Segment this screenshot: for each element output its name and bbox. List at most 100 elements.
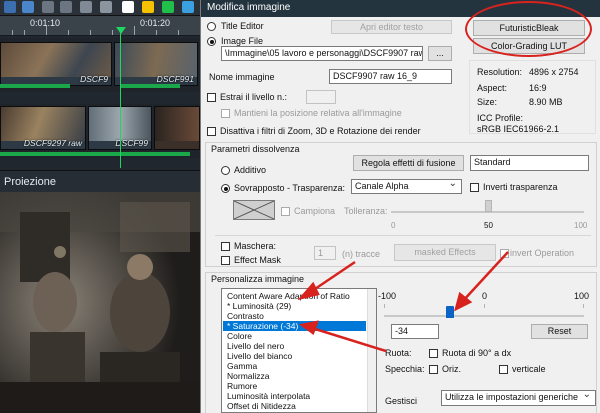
keep-position-checkbox[interactable] xyxy=(221,109,230,118)
tolerance-tick-50: 50 xyxy=(484,221,493,230)
mirror-label: Specchia: xyxy=(385,364,425,374)
blend-standard-field[interactable]: Standard xyxy=(470,155,589,171)
extract-level-label: Estrai il livello n.: xyxy=(220,92,288,102)
channel-select[interactable]: Canale Alpha xyxy=(351,179,462,194)
slider-tick-zero: 0 xyxy=(482,291,488,301)
tool-icon-2[interactable] xyxy=(22,1,34,13)
playhead-marker-icon[interactable] xyxy=(116,27,126,34)
masked-effects-button[interactable]: masked Effects xyxy=(394,244,496,261)
time-ruler[interactable]: 0:01:10 0:01:20 xyxy=(0,16,200,36)
aspect-label: Aspect: xyxy=(477,83,508,93)
slider-tick-min: -100 xyxy=(378,291,397,301)
adjust-value-field[interactable]: -34 xyxy=(391,324,439,339)
additive-radio[interactable] xyxy=(221,166,230,175)
overlay-radio[interactable] xyxy=(221,184,230,193)
list-item[interactable]: Colore xyxy=(223,331,366,341)
icc-label: ICC Profile: xyxy=(477,113,524,123)
mirror-horizontal-label: Oriz. xyxy=(442,364,461,374)
blend-effects-button[interactable]: Regola effetti di fusione xyxy=(353,155,464,171)
clip-1[interactable]: DSCF9 xyxy=(0,42,112,86)
lut-futuristic-button[interactable]: FuturisticBleak xyxy=(473,20,585,36)
list-item[interactable]: Normalizza xyxy=(223,371,366,381)
aspect-value: 16:9 xyxy=(529,83,547,93)
sample-color-swatch[interactable] xyxy=(233,200,275,220)
disable-filters-label: Disattiva i filtri di Zoom, 3D e Rotazio… xyxy=(220,126,421,136)
list-item[interactable]: Livello del bianco xyxy=(223,351,366,361)
dialog-title: Modifica immagine xyxy=(201,0,600,17)
tool-icon-3[interactable] xyxy=(42,1,54,13)
image-name-field[interactable]: DSCF9907 raw 16_9 xyxy=(329,69,452,84)
adjust-slider-thumb[interactable] xyxy=(446,306,454,318)
customize-group-title: Personalizza immagine xyxy=(211,274,305,284)
manage-select[interactable]: Utilizza le impostazioni generiche xyxy=(441,390,596,406)
extract-level-field[interactable] xyxy=(306,90,336,104)
list-item[interactable]: Livello del nero xyxy=(223,341,366,351)
open-title-editor-button[interactable]: Apri editor testo xyxy=(331,20,452,34)
mask-label: Maschera: xyxy=(234,241,277,251)
clip-5[interactable] xyxy=(154,106,200,150)
projection-title: Proiezione xyxy=(0,170,200,192)
tolerance-slider-thumb[interactable] xyxy=(484,200,492,212)
size-label: Size: xyxy=(477,97,498,107)
list-item[interactable]: Rumore xyxy=(223,381,366,391)
resolution-label: Resolution: xyxy=(477,67,523,77)
effect-mask-label: Effect Mask xyxy=(234,255,281,265)
clip-3[interactable]: DSCF9297 raw xyxy=(0,106,86,150)
size-value: 8.90 MB xyxy=(529,97,563,107)
slider-tick-max: 100 xyxy=(574,291,590,301)
reset-button[interactable]: Reset xyxy=(531,324,588,339)
mask-checkbox[interactable] xyxy=(221,242,230,251)
list-item[interactable]: Offset di Nitidezza xyxy=(223,401,366,411)
list-item[interactable]: Content Aware Adaption of Ratio xyxy=(223,291,366,301)
title-editor-radio[interactable] xyxy=(207,22,216,31)
tracks-label: (n) tracce xyxy=(342,249,381,259)
pause-icon[interactable] xyxy=(142,1,154,13)
tracks-field[interactable]: 1 xyxy=(314,246,336,260)
invert-transparency-label: Inverti trasparenza xyxy=(483,182,558,192)
mirror-vertical-checkbox[interactable] xyxy=(499,365,508,374)
tolerance-tick-0: 0 xyxy=(391,221,396,230)
tool-icon-6[interactable] xyxy=(100,1,112,13)
mirror-horizontal-checkbox[interactable] xyxy=(429,365,438,374)
additive-label: Additivo xyxy=(234,165,267,175)
video-track-2: DSCF9297 raw DSCF99 xyxy=(0,104,200,158)
adjustments-list[interactable]: Content Aware Adaption of Ratio * Luminos… xyxy=(221,288,377,413)
invert-operation-label: invert Operation xyxy=(510,248,575,258)
browse-button[interactable]: ... xyxy=(428,46,452,61)
clip-2[interactable]: DSCF991 xyxy=(114,42,198,86)
image-file-label: Image File xyxy=(221,36,264,46)
image-path-field[interactable]: \Immagine\05 lavoro e personaggi\DSCF990… xyxy=(221,46,423,61)
playhead[interactable] xyxy=(120,28,121,168)
title-editor-label: Title Editor xyxy=(221,21,264,31)
list-item[interactable]: * Luminosità (29) xyxy=(223,301,366,311)
effect-mask-checkbox[interactable] xyxy=(221,256,230,265)
adjust-slider-track[interactable] xyxy=(384,315,584,317)
tool-icon-5[interactable] xyxy=(80,1,92,13)
tool-icon-4[interactable] xyxy=(60,1,72,13)
blend-group-title: Parametri dissolvenza xyxy=(211,144,300,154)
invert-transparency-checkbox[interactable] xyxy=(470,183,479,192)
rotate-90-label: Ruota di 90° a dx xyxy=(442,348,512,358)
color-grading-lut-button[interactable]: Color-Grading LUT xyxy=(473,38,585,54)
play-icon[interactable] xyxy=(162,1,174,13)
invert-operation-checkbox[interactable] xyxy=(500,249,509,258)
stop-icon[interactable] xyxy=(122,1,134,13)
edit-image-dialog: Modifica immagine Title Editor Apri edit… xyxy=(200,0,600,413)
timeline-toolbar xyxy=(0,0,200,16)
tolerance-tick-100: 100 xyxy=(574,221,588,230)
sample-checkbox[interactable] xyxy=(281,207,290,216)
extract-level-checkbox[interactable] xyxy=(207,93,216,102)
list-item[interactable]: Luminosità interpolata xyxy=(223,391,366,401)
list-item[interactable]: Contrasto xyxy=(223,311,366,321)
rotate-90-checkbox[interactable] xyxy=(429,349,438,358)
blacksmith-photo xyxy=(0,192,200,413)
image-file-radio[interactable] xyxy=(207,37,216,46)
fast-forward-icon[interactable] xyxy=(182,1,194,13)
list-item[interactable]: Gamma xyxy=(223,361,366,371)
timeline-panel: 0:01:10 0:01:20 DSCF9 DSCF991 DSCF9297 r… xyxy=(0,0,200,413)
list-item[interactable]: * Saturazione (-34) xyxy=(223,321,366,331)
list-scrollbar[interactable] xyxy=(367,289,376,412)
disable-filters-checkbox[interactable] xyxy=(207,127,216,136)
tool-icon-1[interactable] xyxy=(4,1,16,13)
manage-label: Gestisci xyxy=(385,396,418,406)
